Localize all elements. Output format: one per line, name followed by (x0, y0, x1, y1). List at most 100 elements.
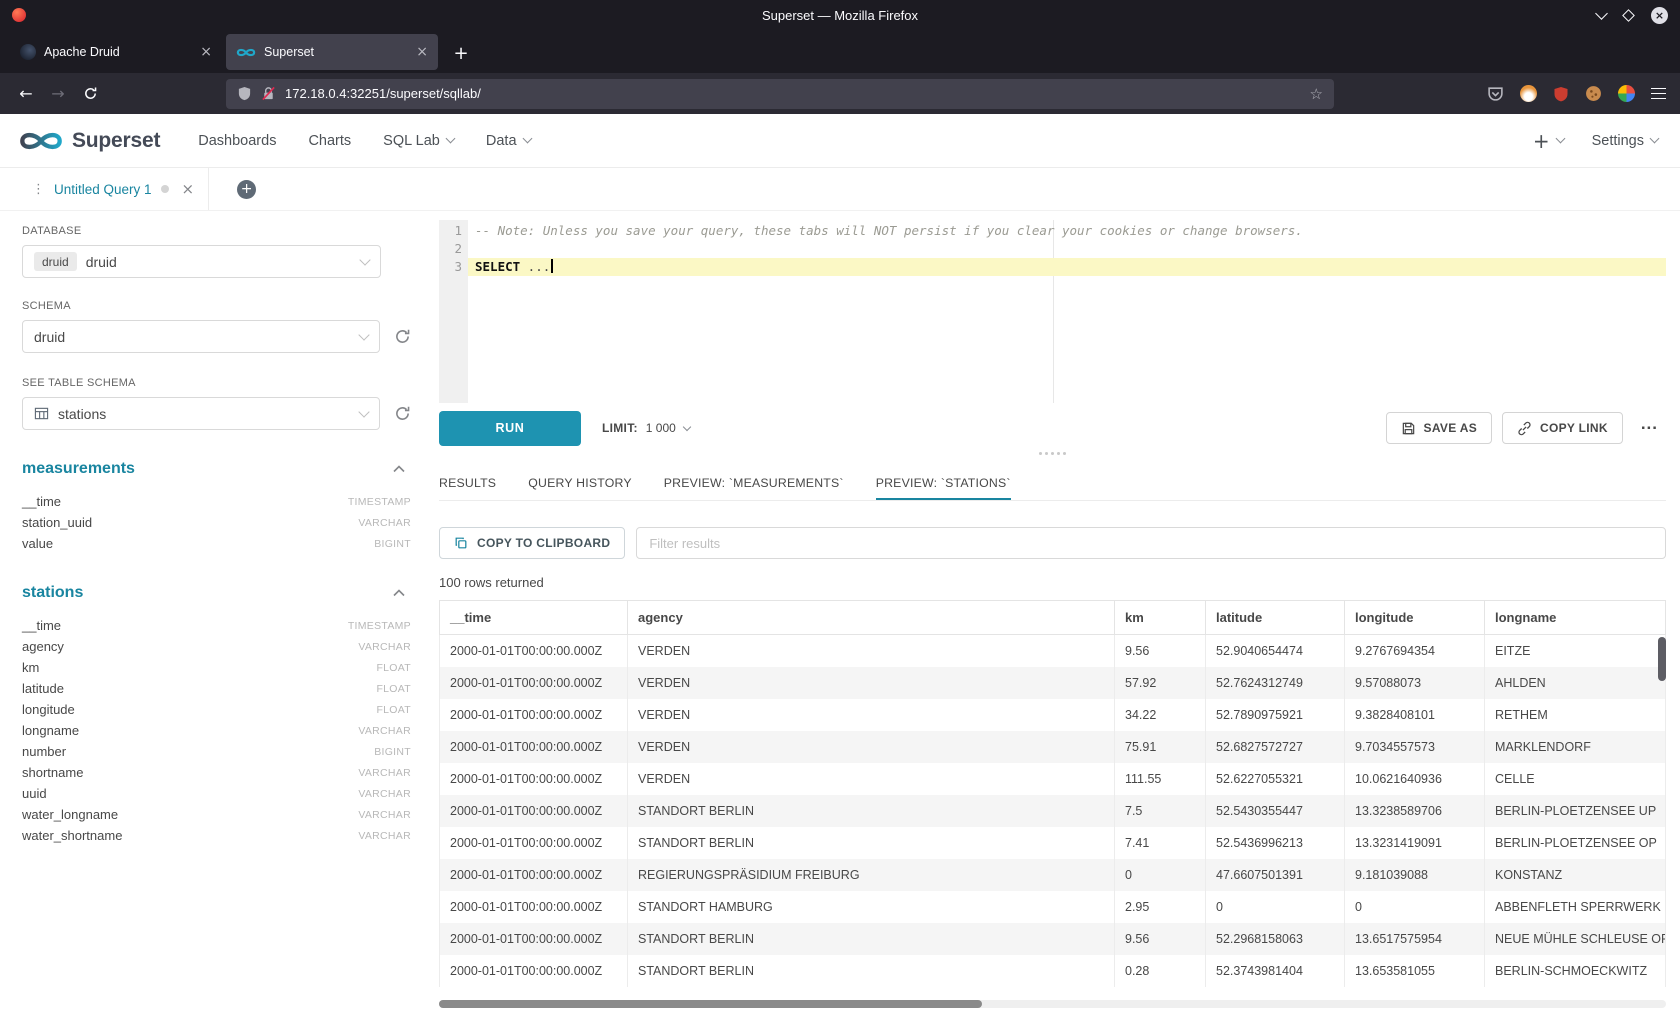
column-header[interactable]: agency (628, 601, 1115, 635)
cell-longitude: 9.3828408101 (1345, 699, 1485, 731)
vertical-scrollbar-thumb[interactable] (1658, 637, 1666, 681)
nav-item-data[interactable]: Data (470, 114, 547, 167)
code-line-active: SELECT ... (468, 258, 1666, 276)
nav-item-charts[interactable]: Charts (292, 114, 367, 167)
new-item-menu[interactable]: + (1519, 129, 1578, 153)
cell-km: 111.55 (1115, 763, 1206, 795)
cell-longname: ABBENFLETH SPERRWERK (1485, 891, 1666, 923)
copy-to-clipboard-label: COPY TO CLIPBOARD (477, 536, 610, 550)
ublock-extension-icon[interactable] (1553, 86, 1569, 102)
column-header[interactable]: longname (1485, 601, 1666, 635)
table-row: 2000-01-01T00:00:00.000Z VERDEN 57.92 52… (440, 667, 1666, 699)
database-select[interactable]: druid druid (22, 245, 381, 278)
horizontal-scrollbar[interactable] (439, 1000, 1666, 1008)
bookmark-star-icon[interactable]: ☆ (1310, 85, 1323, 103)
text-cursor (551, 259, 553, 273)
superset-brand[interactable]: Superset (18, 129, 160, 153)
filter-results-input[interactable] (636, 527, 1666, 559)
table-row: 2000-01-01T00:00:00.000Z STANDORT BERLIN… (440, 795, 1666, 827)
cell-time: 2000-01-01T00:00:00.000Z (440, 763, 628, 795)
query-tab-close-icon[interactable]: × (182, 180, 195, 198)
cell-longname: MARKLENDORF (1485, 731, 1666, 763)
column-header[interactable]: latitude (1206, 601, 1345, 635)
refresh-schema-button[interactable] (394, 328, 411, 345)
column-type: FLOAT (376, 683, 411, 695)
table-row: 2000-01-01T00:00:00.000Z VERDEN 9.56 52.… (440, 635, 1666, 667)
forward-button[interactable]: → (44, 80, 72, 108)
chevron-up-icon[interactable] (393, 465, 405, 473)
horizontal-scrollbar-thumb[interactable] (439, 1000, 982, 1008)
window-menu-button[interactable] (1595, 7, 1608, 20)
cell-longname: KONSTANZ (1485, 859, 1666, 891)
table-row: 2000-01-01T00:00:00.000Z VERDEN 75.91 52… (440, 731, 1666, 763)
superset-logo-icon (18, 129, 64, 153)
chevron-up-icon[interactable] (393, 589, 405, 597)
sql-editor[interactable]: 123 -- Note: Unless you save your query,… (439, 220, 1666, 403)
cell-time: 2000-01-01T00:00:00.000Z (440, 731, 628, 763)
save-as-button[interactable]: SAVE AS (1386, 412, 1492, 444)
limit-dropdown[interactable]: LIMIT: 1 000 (602, 421, 690, 435)
tab-preview-measurements[interactable]: PREVIEW: `MEASUREMENTS` (664, 465, 844, 500)
column-name: latitude (22, 681, 64, 696)
tab-close-icon[interactable]: × (200, 44, 212, 60)
nav-item-sql-lab[interactable]: SQL Lab (367, 114, 470, 167)
browser-tab-superset[interactable]: Superset × (226, 34, 438, 70)
column-header[interactable]: km (1115, 601, 1206, 635)
drag-handle-icon[interactable]: ⋮ (32, 182, 45, 197)
add-query-tab-button[interactable]: + (237, 180, 256, 199)
copy-to-clipboard-button[interactable]: COPY TO CLIPBOARD (439, 527, 625, 559)
code-line-comment: -- Note: Unless you save your query, the… (468, 222, 1666, 240)
nav-item-label: SQL Lab (383, 133, 440, 149)
pane-splitter-handle[interactable] (439, 447, 1666, 459)
editor-code-area[interactable]: -- Note: Unless you save your query, the… (468, 220, 1666, 403)
cell-longname: BERLIN-SCHMOECKWITZ (1485, 955, 1666, 987)
refresh-table-button[interactable] (394, 405, 411, 422)
cell-time: 2000-01-01T00:00:00.000Z (440, 667, 628, 699)
tab-query-history[interactable]: QUERY HISTORY (528, 465, 632, 500)
cell-latitude: 52.6827572727 (1206, 731, 1345, 763)
tab-preview-stations[interactable]: PREVIEW: `STATIONS` (876, 465, 1011, 500)
column-type: TIMESTAMP (348, 496, 411, 508)
cell-km: 2.95 (1115, 891, 1206, 923)
schema-select[interactable]: druid (22, 320, 380, 353)
window-maximize-button[interactable] (1622, 9, 1635, 22)
table-select[interactable]: stations (22, 397, 380, 430)
cell-longitude: 9.7034557573 (1345, 731, 1485, 763)
pinwheel-extension-icon[interactable] (1618, 85, 1635, 102)
query-tab-label: Untitled Query 1 (54, 182, 152, 197)
cell-longitude: 9.2767694354 (1345, 635, 1485, 667)
browser-tab-label: Superset (264, 45, 408, 59)
browser-tab-apache-druid[interactable]: Apache Druid × (10, 34, 222, 70)
sqllab-main: 123 -- Note: Unless you save your query,… (439, 211, 1666, 1012)
tab-close-icon[interactable]: × (416, 44, 428, 60)
back-button[interactable]: ← (12, 80, 40, 108)
table-name-stations[interactable]: stations (22, 584, 83, 602)
tab-results[interactable]: RESULTS (439, 465, 496, 500)
new-tab-button[interactable]: + (446, 38, 476, 68)
column-header[interactable]: __time (440, 601, 628, 635)
url-bar[interactable]: 172.18.0.4:32251/superset/sqllab/ ☆ (226, 79, 1334, 109)
run-button[interactable]: RUN (439, 411, 581, 446)
schema-section-stations: stations __time TIMESTAMP agency VARCHAR (22, 584, 411, 846)
tab-label: QUERY HISTORY (528, 476, 632, 490)
column-header[interactable]: longitude (1345, 601, 1485, 635)
window-close-button[interactable]: × (1651, 7, 1668, 24)
tracking-protection-shield-icon[interactable] (237, 86, 252, 101)
reload-button[interactable] (76, 80, 104, 108)
query-tab[interactable]: ⋮ Untitled Query 1 × (22, 168, 209, 210)
settings-menu[interactable]: Settings (1578, 133, 1662, 149)
cell-latitude: 52.2968158063 (1206, 923, 1345, 955)
cell-km: 0 (1115, 859, 1206, 891)
menu-button[interactable] (1651, 88, 1666, 100)
insecure-lock-icon[interactable] (261, 86, 276, 101)
pocket-icon[interactable] (1487, 85, 1504, 102)
more-actions-button[interactable]: ... (1633, 414, 1666, 442)
schema-column-row: agency VARCHAR (22, 636, 411, 657)
cell-km: 75.91 (1115, 731, 1206, 763)
extension-hamster-icon[interactable] (1520, 85, 1537, 102)
schema-column-row: uuid VARCHAR (22, 783, 411, 804)
cookie-extension-icon[interactable] (1585, 85, 1602, 102)
table-name-measurements[interactable]: measurements (22, 460, 135, 478)
copy-link-button[interactable]: COPY LINK (1502, 412, 1623, 444)
nav-item-dashboards[interactable]: Dashboards (182, 114, 292, 167)
